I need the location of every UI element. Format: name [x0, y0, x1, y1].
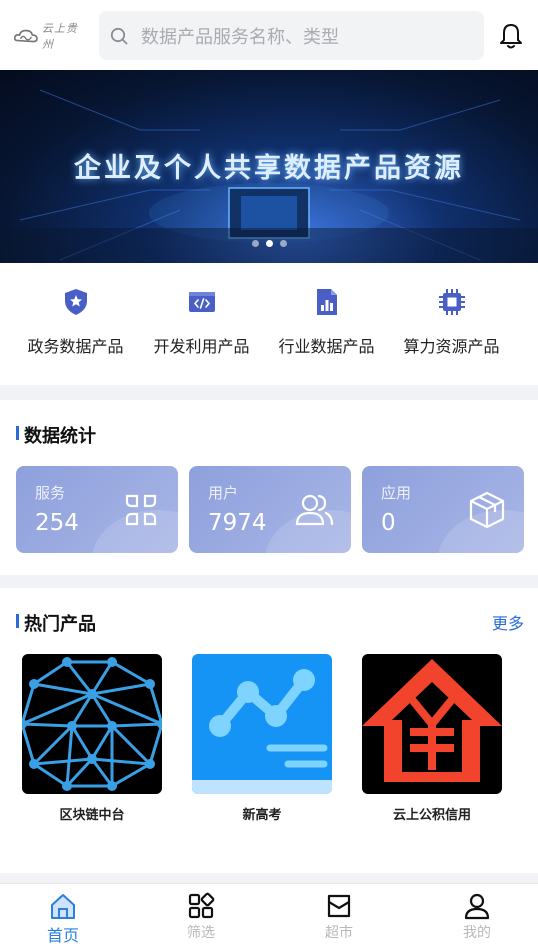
tab-filter[interactable]: 筛选 [161, 892, 241, 942]
product-name: 新高考 [242, 808, 282, 823]
tab-home[interactable]: 首页 [23, 892, 103, 946]
code-icon [188, 292, 215, 312]
tab-profile[interactable]: 我的 [437, 892, 517, 942]
home-icon [51, 894, 75, 919]
carousel-dot[interactable] [279, 240, 287, 247]
logo-text: 云上贵州 [41, 22, 78, 51]
top-header: 云上贵州 数据产品服务名称、类型 [0, 0, 538, 70]
stat-card-apps[interactable]: 应用 0 [362, 466, 524, 553]
bag-icon [327, 894, 351, 918]
app-logo[interactable]: 云上贵州 [14, 22, 86, 51]
cloud-logo-icon [14, 29, 38, 43]
product-name: 云上公积信用 [392, 808, 471, 823]
user-icon [464, 893, 490, 920]
stat-label: 用户 [208, 484, 239, 502]
report-chart-icon [316, 289, 337, 315]
category-gov-data[interactable]: 政务数据产品 [13, 287, 138, 357]
data-stats-section: 数据统计 服务 254 用户 7974 应用 0 [0, 400, 538, 575]
trend-chart-icon [192, 654, 332, 794]
carousel-dot[interactable] [251, 240, 259, 247]
promo-banner[interactable]: 企业及个人共享数据产品资源 [0, 70, 538, 263]
tab-label: 我的 [463, 925, 491, 941]
hot-products-section: 热门产品 更多 区块链中台 新高考 云上公积信用 [0, 588, 538, 873]
stat-card-services[interactable]: 服务 254 [16, 466, 178, 553]
product-card[interactable]: 云上公积信用 [362, 654, 502, 823]
tab-label: 筛选 [187, 925, 215, 941]
category-label: 开发利用产品 [153, 337, 250, 356]
stat-value: 254 [35, 510, 79, 536]
stat-value: 7974 [208, 510, 267, 536]
category-label: 算力资源产品 [403, 337, 500, 356]
stat-label: 服务 [35, 484, 66, 502]
grid-filter-icon [188, 892, 215, 919]
tab-label: 超市 [325, 925, 353, 941]
stat-value: 0 [381, 510, 396, 536]
shield-star-icon [64, 289, 87, 315]
tab-market[interactable]: 超市 [299, 892, 379, 942]
search-placeholder: 数据产品服务名称、类型 [141, 26, 339, 48]
service-icon [125, 494, 157, 526]
box-icon [469, 491, 505, 529]
chip-icon [438, 289, 465, 315]
more-link[interactable]: 更多 [492, 610, 524, 634]
bell-icon[interactable] [498, 22, 524, 50]
category-dev-use[interactable]: 开发利用产品 [139, 287, 264, 357]
banner-title: 企业及个人共享数据产品资源 [74, 153, 464, 184]
blockchain-network-icon [22, 654, 162, 794]
product-card[interactable]: 区块链中台 [22, 654, 162, 823]
category-label: 政务数据产品 [27, 337, 124, 356]
product-card[interactable]: 新高考 [192, 654, 332, 823]
category-compute[interactable]: 算力资源产品 [389, 287, 514, 357]
carousel-indicator [0, 240, 538, 247]
category-label: 行业数据产品 [278, 337, 375, 356]
category-industry-data[interactable]: 行业数据产品 [264, 287, 389, 357]
carousel-dot-active[interactable] [265, 240, 273, 247]
users-icon [295, 494, 334, 526]
section-title: 数据统计 [16, 422, 96, 448]
tab-label: 首页 [46, 926, 79, 945]
section-title: 热门产品 [16, 610, 96, 636]
stat-label: 应用 [381, 484, 412, 502]
bottom-tab-bar: 首页 筛选 超市 我的 [0, 883, 538, 948]
house-yuan-icon [362, 654, 502, 794]
product-name: 区块链中台 [59, 808, 125, 823]
stat-card-users[interactable]: 用户 7974 [189, 466, 351, 553]
category-grid: 政务数据产品 开发利用产品 行业数据产品 算力资源产品 [0, 263, 538, 385]
search-input[interactable]: 数据产品服务名称、类型 [99, 11, 484, 60]
search-icon [110, 27, 128, 44]
